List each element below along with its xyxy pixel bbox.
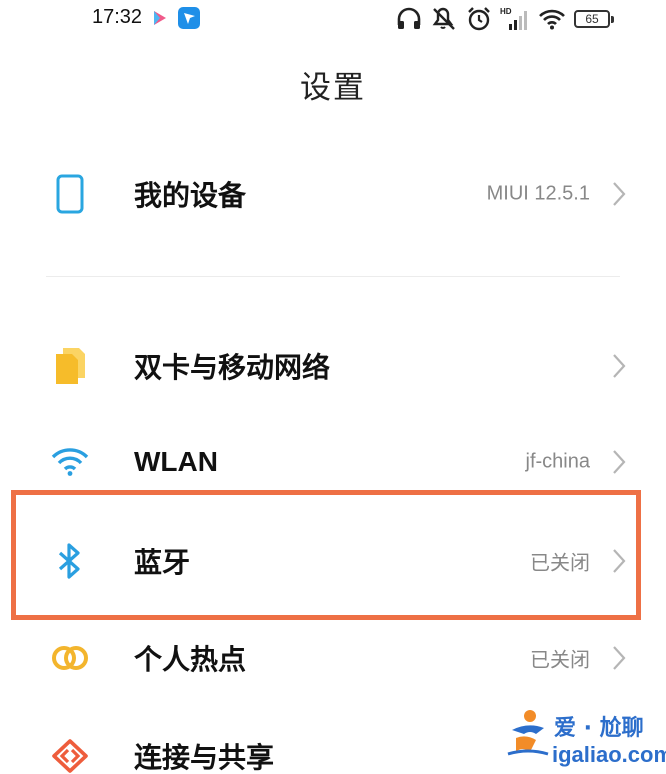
chevron-right-icon [612, 353, 626, 379]
phone-device-icon [50, 174, 90, 214]
sim-card-icon [50, 346, 90, 386]
mute-icon [430, 6, 458, 32]
hd-signal-icon: HD [500, 6, 530, 32]
watermark: 爱 · 尬聊 igaliao.com [498, 706, 666, 774]
settings-item-label: 个人热点 [134, 643, 247, 676]
settings-item-label: 连接与共享 [134, 741, 275, 774]
chevron-right-icon [612, 449, 626, 475]
bluetooth-highlight-box [11, 490, 641, 620]
wifi-icon [50, 442, 90, 482]
status-time: 17:32 [92, 6, 143, 28]
settings-item-hotspot[interactable]: 个人热点 已关闭 [0, 618, 666, 698]
settings-item-value: jf-china [525, 450, 590, 473]
watermark-bottom-text: igaliao.com [552, 742, 666, 767]
settings-item-label: 双卡与移动网络 [134, 351, 331, 384]
settings-item-my-device[interactable]: 我的设备 MIUI 12.5.1 [0, 154, 666, 234]
watermark-logo-icon [506, 708, 550, 758]
chevron-right-icon [612, 645, 626, 671]
settings-item-label: 我的设备 [134, 179, 247, 212]
status-icons: HD 65 [396, 4, 614, 34]
settings-item-sim-network[interactable]: 双卡与移动网络 [0, 326, 666, 406]
settings-item-value: MIUI 12.5.1 [486, 182, 590, 205]
page-title: 设置 [300, 70, 366, 106]
svg-text:HD: HD [500, 7, 512, 16]
video-app-icon [152, 10, 168, 26]
navigation-app-icon [178, 7, 200, 29]
battery-icon: 65 [574, 10, 614, 28]
settings-item-value: 已关闭 [530, 649, 590, 672]
status-bar: 17:32 HD 65 [0, 0, 666, 40]
watermark-top-text: 爱 · 尬聊 [554, 716, 644, 741]
connection-share-icon [50, 736, 90, 774]
battery-level: 65 [585, 12, 599, 26]
headphones-icon [396, 7, 422, 31]
section-divider [46, 276, 620, 277]
alarm-icon [466, 6, 492, 32]
hotspot-icon [50, 638, 90, 678]
settings-item-label: WLAN [134, 446, 218, 477]
wifi-icon [538, 8, 566, 30]
chevron-right-icon [612, 181, 626, 207]
